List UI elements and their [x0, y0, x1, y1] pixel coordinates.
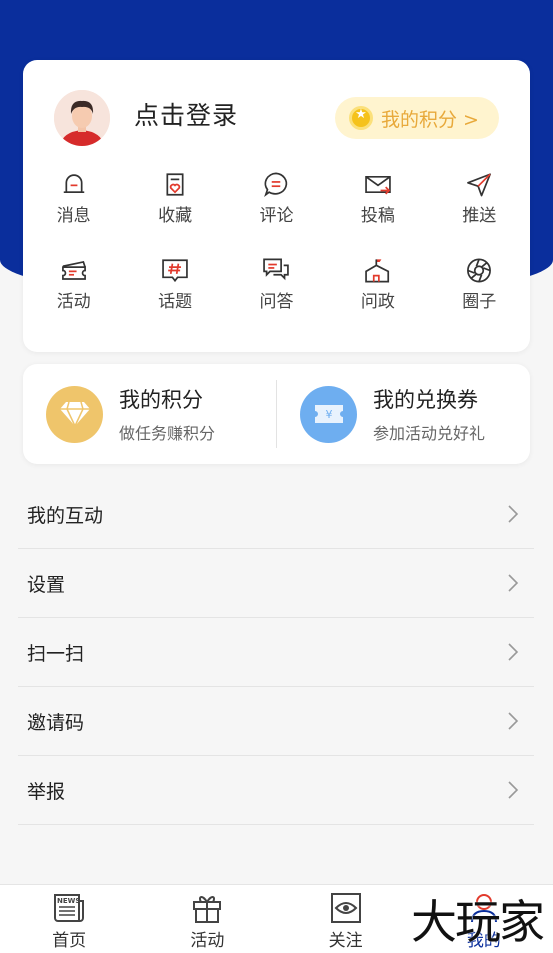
chevron-right-icon — [508, 712, 519, 730]
benefits-card: 我的积分 做任务赚积分 ¥ 我的兑换券 参加活动兑好礼 — [23, 364, 530, 464]
ticket-icon — [61, 260, 86, 280]
grid-item-submit[interactable]: 投稿 — [327, 170, 428, 226]
person-icon — [470, 894, 497, 923]
favorite-icon — [166, 173, 184, 196]
grid-item-push[interactable]: 推送 — [429, 170, 530, 226]
grid-label: 圈子 — [462, 292, 497, 312]
comment-icon — [264, 172, 288, 198]
topic-icon — [162, 259, 188, 283]
menu-label: 扫一扫 — [27, 642, 85, 665]
grid-item-qa[interactable]: 问答 — [226, 256, 327, 312]
menu-label: 邀请码 — [27, 711, 85, 734]
chevron-right-icon — [508, 781, 519, 799]
chevron-right-icon — [508, 505, 519, 523]
menu-item-scan[interactable]: 扫一扫 — [18, 618, 534, 687]
coupon-icon-badge: ¥ — [300, 385, 357, 443]
menu-item-invite-code[interactable]: 邀请码 — [18, 687, 534, 756]
grid-item-topics[interactable]: 话题 — [124, 256, 225, 312]
benefit-title: 我的积分 — [119, 388, 203, 412]
tab-label: 首页 — [52, 931, 87, 951]
my-points-pill[interactable]: 我的积分 > — [335, 97, 499, 139]
grid-item-activities[interactable]: 活动 — [23, 256, 124, 312]
tab-follow[interactable]: 关注 — [277, 885, 415, 953]
my-points-pill-label: 我的积分 > — [381, 108, 479, 131]
grid-label: 话题 — [158, 292, 193, 312]
coin-icon — [349, 106, 373, 130]
grid-label: 问答 — [259, 292, 294, 312]
avatar-person-icon — [54, 90, 110, 146]
submit-mail-icon — [365, 175, 391, 195]
news-icon: NEWS — [54, 894, 85, 922]
menu-item-report[interactable]: 举报 — [18, 756, 534, 825]
grid-item-comments[interactable]: 评论 — [226, 170, 327, 226]
grid-label: 评论 — [259, 206, 294, 226]
chevron-right-icon — [508, 574, 519, 592]
send-icon — [467, 173, 492, 197]
diamond-icon — [59, 401, 90, 428]
grid-item-favorites[interactable]: 收藏 — [124, 170, 225, 226]
gift-icon — [193, 896, 222, 923]
bell-icon — [63, 174, 84, 194]
my-coupons-entry[interactable]: ¥ 我的兑换券 参加活动兑好礼 — [277, 384, 530, 444]
feature-grid: 消息 收藏 评论 投稿 推送 活动 话题 问答 问政 圈子 — [23, 170, 530, 312]
chevron-right-icon — [508, 643, 519, 661]
grid-item-government[interactable]: 问政 — [327, 256, 428, 312]
menu-item-settings[interactable]: 设置 — [18, 549, 534, 618]
grid-label: 消息 — [56, 206, 91, 226]
settings-menu: 我的互动 设置 扫一扫 邀请码 举报 — [18, 480, 534, 825]
menu-label: 设置 — [27, 573, 66, 596]
tab-label: 关注 — [328, 931, 363, 951]
grid-label: 活动 — [56, 292, 91, 312]
grid-label: 收藏 — [158, 206, 193, 226]
grid-label: 投稿 — [360, 206, 395, 226]
bottom-tab-bar: NEWS 首页 活动 关注 我的 — [0, 884, 553, 953]
avatar[interactable] — [54, 90, 110, 146]
diamond-icon-badge — [46, 385, 103, 443]
tab-mine[interactable]: 我的 — [415, 885, 553, 953]
grid-item-circles[interactable]: 圈子 — [429, 256, 530, 312]
tab-label: 我的 — [466, 931, 501, 951]
menu-item-my-interactions[interactable]: 我的互动 — [18, 480, 534, 549]
grid-item-messages[interactable]: 消息 — [23, 170, 124, 226]
svg-text:¥: ¥ — [325, 408, 332, 421]
profile-card: 点击登录 我的积分 > 消息 收藏 — [23, 60, 530, 352]
grid-label: 推送 — [462, 206, 497, 226]
my-points-entry[interactable]: 我的积分 做任务赚积分 — [23, 384, 276, 444]
benefit-title: 我的兑换券 — [373, 388, 478, 412]
svg-text:NEWS: NEWS — [57, 897, 80, 905]
circle-icon — [467, 258, 492, 283]
benefit-subtitle: 参加活动兑好礼 — [373, 424, 486, 443]
benefit-subtitle: 做任务赚积分 — [119, 424, 216, 443]
eye-icon — [330, 893, 361, 923]
grid-label: 问政 — [360, 292, 395, 312]
menu-label: 我的互动 — [27, 504, 104, 527]
login-link[interactable]: 点击登录 — [134, 96, 238, 132]
menu-label: 举报 — [27, 780, 66, 803]
government-icon — [365, 259, 389, 283]
tab-label: 活动 — [190, 931, 225, 951]
tab-activities[interactable]: 活动 — [138, 885, 276, 953]
coupon-icon: ¥ — [314, 405, 343, 423]
tab-home[interactable]: NEWS 首页 — [0, 885, 138, 953]
qa-icon — [263, 258, 290, 281]
